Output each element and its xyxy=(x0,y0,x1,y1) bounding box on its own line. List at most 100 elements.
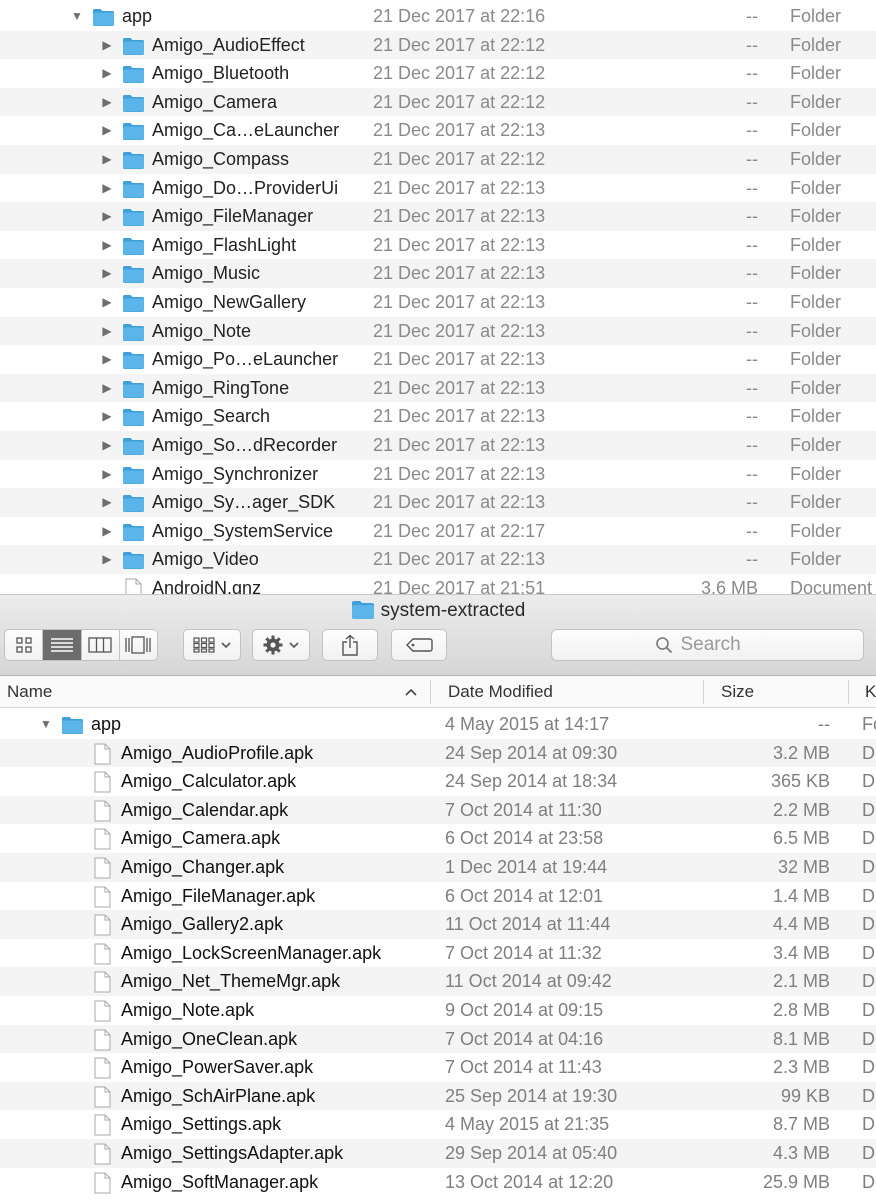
disclosure-collapsed-icon[interactable]: ▶ xyxy=(100,317,114,346)
file-row[interactable]: Amigo_SoftManager.apk 13 Oct 2014 at 12:2… xyxy=(0,1168,876,1197)
folder-row[interactable]: ▶ Amigo_Compass 21 Dec 2017 at 22:12 -- Fol… xyxy=(0,144,876,174)
folder-row[interactable]: ▶ Amigo_Po…eLauncher 21 Dec 2017 at 22:13… xyxy=(0,345,876,374)
disclosure-collapsed-icon[interactable]: ▶ xyxy=(100,88,114,117)
file-size: -- xyxy=(746,63,758,84)
folder-row[interactable]: ▶ Amigo_Note 21 Dec 2017 at 22:13 -- Folder xyxy=(0,316,876,346)
folder-row[interactable]: ▶ Amigo_SystemService 21 Dec 2017 at 22:1… xyxy=(0,517,876,546)
file-kind: Folder xyxy=(790,406,842,427)
file-row[interactable]: Amigo_FileManager.apk 6 Oct 2014 at 12:01… xyxy=(0,882,876,911)
file-name: Amigo_Search xyxy=(152,406,271,427)
file-row[interactable]: Amigo_LockScreenManager.apk 7 Oct 2014 at… xyxy=(0,939,876,968)
folder-icon xyxy=(123,294,144,312)
file-row[interactable]: Amigo_OneClean.apk 7 Oct 2014 at 04:16 8.1… xyxy=(0,1024,876,1054)
disclosure-collapsed-icon[interactable]: ▶ xyxy=(100,259,114,288)
document-icon xyxy=(94,1086,111,1108)
disclosure-collapsed-icon[interactable]: ▶ xyxy=(100,231,114,260)
file-row[interactable]: Amigo_Note.apk 9 Oct 2014 at 09:15 2.8 MB D xyxy=(0,996,876,1025)
file-size: -- xyxy=(746,492,758,513)
column-size-header[interactable]: Size xyxy=(721,676,754,708)
folder-icon xyxy=(62,717,83,734)
file-kind: Fo xyxy=(862,714,876,734)
folder-row[interactable]: ▶ Amigo_NewGallery 21 Dec 2017 at 22:13 --… xyxy=(0,288,876,317)
folder-row[interactable]: ▶ Amigo_Music 21 Dec 2017 at 22:13 -- Folde… xyxy=(0,259,876,288)
folder-row[interactable]: ▼ app 4 May 2015 at 14:17 -- Fo xyxy=(0,710,876,739)
folder-row[interactable]: ▶ Amigo_Do…ProviderUi 21 Dec 2017 at 22:1… xyxy=(0,174,876,203)
file-name: app xyxy=(91,714,122,734)
folder-row[interactable]: ▶ Amigo_Search 21 Dec 2017 at 22:13 -- Fold… xyxy=(0,402,876,431)
date-modified: 21 Dec 2017 at 22:16 xyxy=(373,6,546,26)
file-row[interactable]: Amigo_SettingsAdapter.apk 29 Sep 2014 at … xyxy=(0,1138,876,1168)
disclosure-collapsed-icon[interactable]: ▶ xyxy=(100,288,114,317)
disclosure-expanded-icon[interactable]: ▼ xyxy=(39,710,53,739)
folder-row[interactable]: ▶ Amigo_Camera 21 Dec 2017 at 22:12 -- Fold… xyxy=(0,87,876,117)
file-row[interactable]: Amigo_Calendar.apk 7 Oct 2014 at 11:30 2.2… xyxy=(0,795,876,825)
disclosure-collapsed-icon[interactable]: ▶ xyxy=(100,345,114,374)
disclosure-collapsed-icon[interactable]: ▶ xyxy=(100,431,114,460)
folder-row[interactable]: ▶ Amigo_Ca…eLauncher 21 Dec 2017 at 22:13… xyxy=(0,116,876,145)
disclosure-collapsed-icon[interactable]: ▶ xyxy=(100,488,114,517)
icon-view-button[interactable] xyxy=(5,630,44,660)
disclosure-collapsed-icon[interactable]: ▶ xyxy=(100,116,114,145)
share-button[interactable] xyxy=(322,629,378,661)
tags-button[interactable] xyxy=(391,629,447,661)
search-input[interactable] xyxy=(680,634,761,656)
file-row[interactable]: AndroidN.gnz 21 Dec 2017 at 21:51 3.6 MB Do… xyxy=(0,574,876,596)
file-name: Amigo_AudioProfile.apk xyxy=(121,742,314,763)
view-mode-switcher[interactable] xyxy=(4,629,158,661)
folder-icon xyxy=(123,409,144,427)
arrange-button[interactable] xyxy=(183,629,241,661)
folder-row[interactable]: ▶ Amigo_AudioEffect 21 Dec 2017 at 22:12 -… xyxy=(0,30,876,60)
file-row[interactable]: Amigo_Settings.apk 4 May 2015 at 21:35 8.7… xyxy=(0,1110,876,1139)
column-divider[interactable] xyxy=(430,680,431,704)
disclosure-collapsed-icon[interactable]: ▶ xyxy=(100,545,114,574)
disclosure-collapsed-icon[interactable]: ▶ xyxy=(100,460,114,489)
search-field[interactable] xyxy=(551,629,864,661)
column-name-header[interactable]: Name xyxy=(7,676,52,708)
file-row[interactable]: Amigo_Calculator.apk 24 Sep 2014 at 18:34… xyxy=(0,767,876,796)
disclosure-collapsed-icon[interactable]: ▶ xyxy=(100,374,114,403)
column-divider[interactable] xyxy=(703,680,704,704)
file-size: 4.4 MB xyxy=(772,914,830,935)
folder-icon xyxy=(123,523,144,541)
folder-row[interactable]: ▶ Amigo_Bluetooth 21 Dec 2017 at 22:12 -- F… xyxy=(0,59,876,88)
file-row[interactable]: Amigo_PowerSaver.apk 7 Oct 2014 at 11:43 2… xyxy=(0,1053,876,1082)
disclosure-collapsed-icon[interactable]: ▶ xyxy=(100,517,114,546)
file-size: 2.1 MB xyxy=(772,971,830,992)
file-row[interactable]: Amigo_Changer.apk 1 Dec 2014 at 19:44 32 M… xyxy=(0,852,876,882)
folder-icon xyxy=(123,323,144,341)
file-row[interactable]: Amigo_Net_ThemeMgr.apk 11 Oct 2014 at 09:… xyxy=(0,967,876,996)
disclosure-collapsed-icon[interactable]: ▶ xyxy=(100,145,114,174)
cover-flow-view-button[interactable] xyxy=(120,630,157,660)
folder-row[interactable]: ▶ Amigo_FlashLight 21 Dec 2017 at 22:13 --… xyxy=(0,231,876,260)
disclosure-collapsed-icon[interactable]: ▶ xyxy=(100,174,114,203)
folder-row[interactable]: ▼ app 21 Dec 2017 at 22:16 -- Folder xyxy=(0,2,876,31)
file-row[interactable]: Amigo_Gallery2.apk 11 Oct 2014 at 11:44 4.… xyxy=(0,910,876,939)
action-menu-button[interactable] xyxy=(252,629,310,661)
column-view-button[interactable] xyxy=(82,630,120,660)
folder-row[interactable]: ▶ Amigo_So…dRecorder 21 Dec 2017 at 22:13… xyxy=(0,430,876,460)
folder-row[interactable]: ▶ Amigo_RingTone 21 Dec 2017 at 22:13 -- Fo… xyxy=(0,373,876,403)
disclosure-expanded-icon[interactable]: ▼ xyxy=(70,2,84,31)
file-size: -- xyxy=(746,148,758,169)
file-row[interactable]: Amigo_Camera.apk 6 Oct 2014 at 23:58 6.5 M… xyxy=(0,824,876,853)
list-view-button[interactable] xyxy=(43,630,82,660)
column-kind-header[interactable]: K xyxy=(865,676,876,708)
file-row[interactable]: Amigo_AudioProfile.apk 24 Sep 2014 at 09:… xyxy=(0,738,876,768)
file-size: 3.2 MB xyxy=(772,742,830,763)
folder-row[interactable]: ▶ Amigo_Video 21 Dec 2017 at 22:13 -- Folde… xyxy=(0,545,876,574)
file-size: 1.4 MB xyxy=(772,885,830,906)
folder-icon xyxy=(123,66,144,84)
column-date-header[interactable]: Date Modified xyxy=(448,676,553,708)
folder-row[interactable]: ▶ Amigo_Synchronizer 21 Dec 2017 at 22:13… xyxy=(0,460,876,489)
file-row[interactable]: Amigo_SchAirPlane.apk 25 Sep 2014 at 19:3… xyxy=(0,1081,876,1111)
folder-row[interactable]: ▶ Amigo_Sy…ager_SDK 21 Dec 2017 at 22:13 -… xyxy=(0,488,876,517)
disclosure-collapsed-icon[interactable]: ▶ xyxy=(100,59,114,88)
disclosure-collapsed-icon[interactable]: ▶ xyxy=(100,202,114,231)
date-modified: 6 Oct 2014 at 23:58 xyxy=(445,828,604,849)
folder-row[interactable]: ▶ Amigo_FileManager 21 Dec 2017 at 22:13 -… xyxy=(0,202,876,231)
column-view-icon xyxy=(88,637,112,653)
disclosure-collapsed-icon[interactable]: ▶ xyxy=(100,31,114,60)
disclosure-collapsed-icon[interactable]: ▶ xyxy=(100,402,114,431)
date-modified: 9 Oct 2014 at 09:15 xyxy=(445,999,604,1020)
column-divider[interactable] xyxy=(848,680,849,704)
